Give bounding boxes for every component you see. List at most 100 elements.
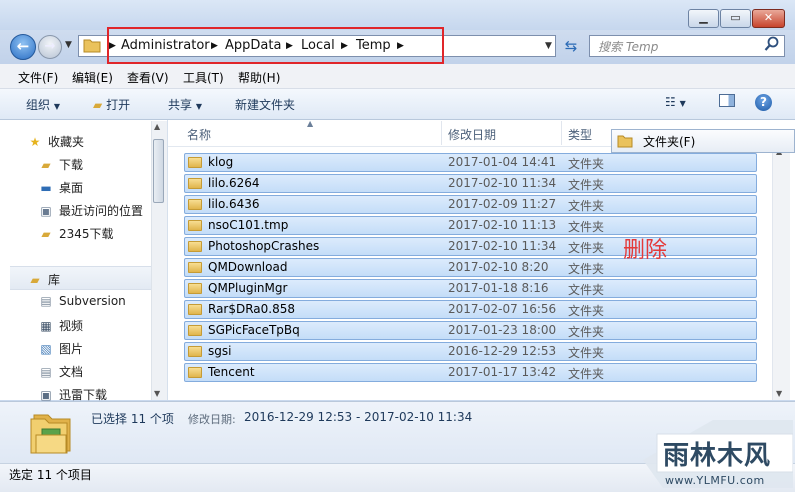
file-date: 2017-02-09 11:27: [448, 197, 557, 211]
watermark-url: www.YLMFU.com: [665, 474, 765, 487]
file-name: nsoC101.tmp: [208, 218, 289, 232]
nav-item-desktop[interactable]: ▬ 桌面: [38, 179, 83, 196]
file-date: 2016-12-29 12:53: [448, 344, 557, 358]
file-type: 文件夹: [568, 220, 605, 234]
organize-button[interactable]: 组织 ▼: [26, 96, 60, 113]
back-button[interactable]: ←: [10, 34, 36, 60]
maximize-icon: ▭: [730, 11, 741, 24]
column-type[interactable]: 类型: [568, 126, 592, 143]
document-library-icon: ▤: [40, 294, 52, 308]
nav-item-pictures[interactable]: ▧ 图片: [38, 340, 83, 357]
help-icon[interactable]: ?: [755, 94, 772, 111]
refresh-icon[interactable]: ⇆: [560, 35, 582, 57]
folder-icon: [188, 220, 202, 231]
close-button[interactable]: ✕: [752, 9, 785, 28]
file-date: 2017-01-23 18:00: [448, 323, 557, 337]
column-name[interactable]: 名称: [187, 126, 211, 143]
maximize-button[interactable]: ▭: [720, 9, 751, 28]
file-type: 文件夹: [568, 241, 605, 255]
back-arrow-icon: ←: [16, 37, 30, 55]
nav-item-videos[interactable]: ▦ 视频: [38, 317, 83, 334]
watermark-logo: 雨林木风 www.YLMFU.com: [643, 420, 793, 488]
file-type: 文件夹: [568, 157, 605, 171]
nav-item-2345[interactable]: ▰ 2345下载: [38, 225, 113, 242]
folder-icon: [188, 262, 202, 273]
menu-tools[interactable]: 工具(T): [183, 69, 224, 86]
file-type: 文件夹: [568, 346, 605, 360]
nav-label: 收藏夹: [48, 135, 85, 149]
folder-icon: [617, 135, 633, 148]
file-name: sgsi: [208, 344, 232, 358]
nav-item-downloads[interactable]: ▰ 下载: [38, 156, 83, 173]
multiple-folders-icon: [30, 414, 71, 454]
file-date: 2017-01-17 13:42: [448, 365, 557, 379]
file-type: 文件夹: [568, 283, 605, 297]
watermark-brand: 雨林木风: [663, 441, 771, 471]
menu-file[interactable]: 文件(F): [18, 69, 58, 86]
address-dropdown-icon[interactable]: ▼: [541, 35, 556, 57]
file-date: 2017-02-10 11:34: [448, 239, 557, 253]
file-type: 文件夹: [568, 367, 605, 381]
file-date: 2017-01-18 8:16: [448, 281, 549, 295]
nav-label: 桌面: [59, 181, 84, 195]
minimize-button[interactable]: ▁: [688, 9, 719, 28]
video-icon: ▦: [40, 319, 52, 333]
file-type: 文件夹: [568, 304, 605, 318]
file-date: 2017-02-07 16:56: [448, 302, 557, 316]
file-date: 2017-01-04 14:41: [448, 155, 557, 169]
open-folder-icon: ▰: [93, 98, 103, 112]
folder-icon: [188, 241, 202, 252]
file-list-scrollbar[interactable]: [772, 146, 790, 400]
menu-view[interactable]: 查看(V): [127, 69, 169, 86]
open-button[interactable]: ▰ 打开: [93, 96, 130, 113]
folder-icon: ▰: [41, 227, 51, 241]
nav-item-recent[interactable]: ▣ 最近访问的位置: [38, 202, 143, 219]
file-type: 文件夹: [568, 325, 605, 339]
search-icon[interactable]: [764, 36, 780, 52]
nav-favorites[interactable]: ★ 收藏夹: [27, 133, 84, 150]
scroll-up-icon[interactable]: ▲: [154, 122, 160, 131]
nav-item-documents[interactable]: ▤ 文档: [38, 363, 83, 380]
column-divider[interactable]: [441, 121, 442, 145]
nav-libraries[interactable]: ▰ 库: [27, 271, 60, 288]
nav-label: Subversion: [59, 294, 126, 308]
status-text: 选定 11 个项目: [9, 468, 92, 482]
history-dropdown-icon[interactable]: ▼: [65, 40, 72, 50]
selection-count: 已选择 11 个项: [91, 412, 174, 426]
forward-button[interactable]: →: [38, 35, 62, 59]
scroll-down-icon[interactable]: ▼: [776, 389, 782, 398]
file-name: lilo.6436: [208, 197, 260, 211]
scroll-down-icon[interactable]: ▼: [154, 389, 160, 398]
nav-label: 文档: [59, 365, 84, 379]
menu-edit[interactable]: 编辑(E): [72, 69, 113, 86]
nav-label: 库: [48, 273, 61, 287]
nav-label: 最近访问的位置: [59, 204, 144, 218]
nav-scroll-thumb[interactable]: [153, 139, 164, 203]
open-label: 打开: [106, 98, 131, 112]
file-name: SGPicFaceTpBq: [208, 323, 300, 337]
view-options-icon[interactable]: ☷ ▼: [665, 95, 686, 109]
folder-icon: [83, 39, 101, 53]
folder-icon: [188, 346, 202, 357]
menu-help[interactable]: 帮助(H): [238, 69, 280, 86]
chevron-down-icon: ▼: [195, 102, 202, 111]
sort-ascending-icon: ▲: [307, 119, 314, 128]
preview-pane-icon[interactable]: [719, 94, 735, 107]
download-icon: ▣: [40, 388, 52, 402]
organize-label: 组织: [26, 98, 51, 112]
file-name: klog: [208, 155, 234, 169]
navigation-pane: [0, 120, 168, 400]
nav-label: 图片: [59, 342, 84, 356]
modified-label: 修改日期:: [188, 413, 236, 426]
column-date[interactable]: 修改日期: [448, 126, 496, 143]
folder-icon: [188, 199, 202, 210]
new-folder-button[interactable]: 新建文件夹: [235, 96, 295, 113]
star-icon: ★: [29, 135, 41, 149]
close-icon: ✕: [763, 11, 774, 24]
column-divider[interactable]: [561, 121, 562, 145]
share-button[interactable]: 共享 ▼: [168, 96, 202, 113]
nav-item-subversion[interactable]: ▤ Subversion: [38, 294, 126, 308]
downloads-folder-icon: ▰: [41, 158, 51, 172]
drag-tooltip: [611, 129, 795, 153]
file-name: Rar$DRa0.858: [208, 302, 296, 316]
